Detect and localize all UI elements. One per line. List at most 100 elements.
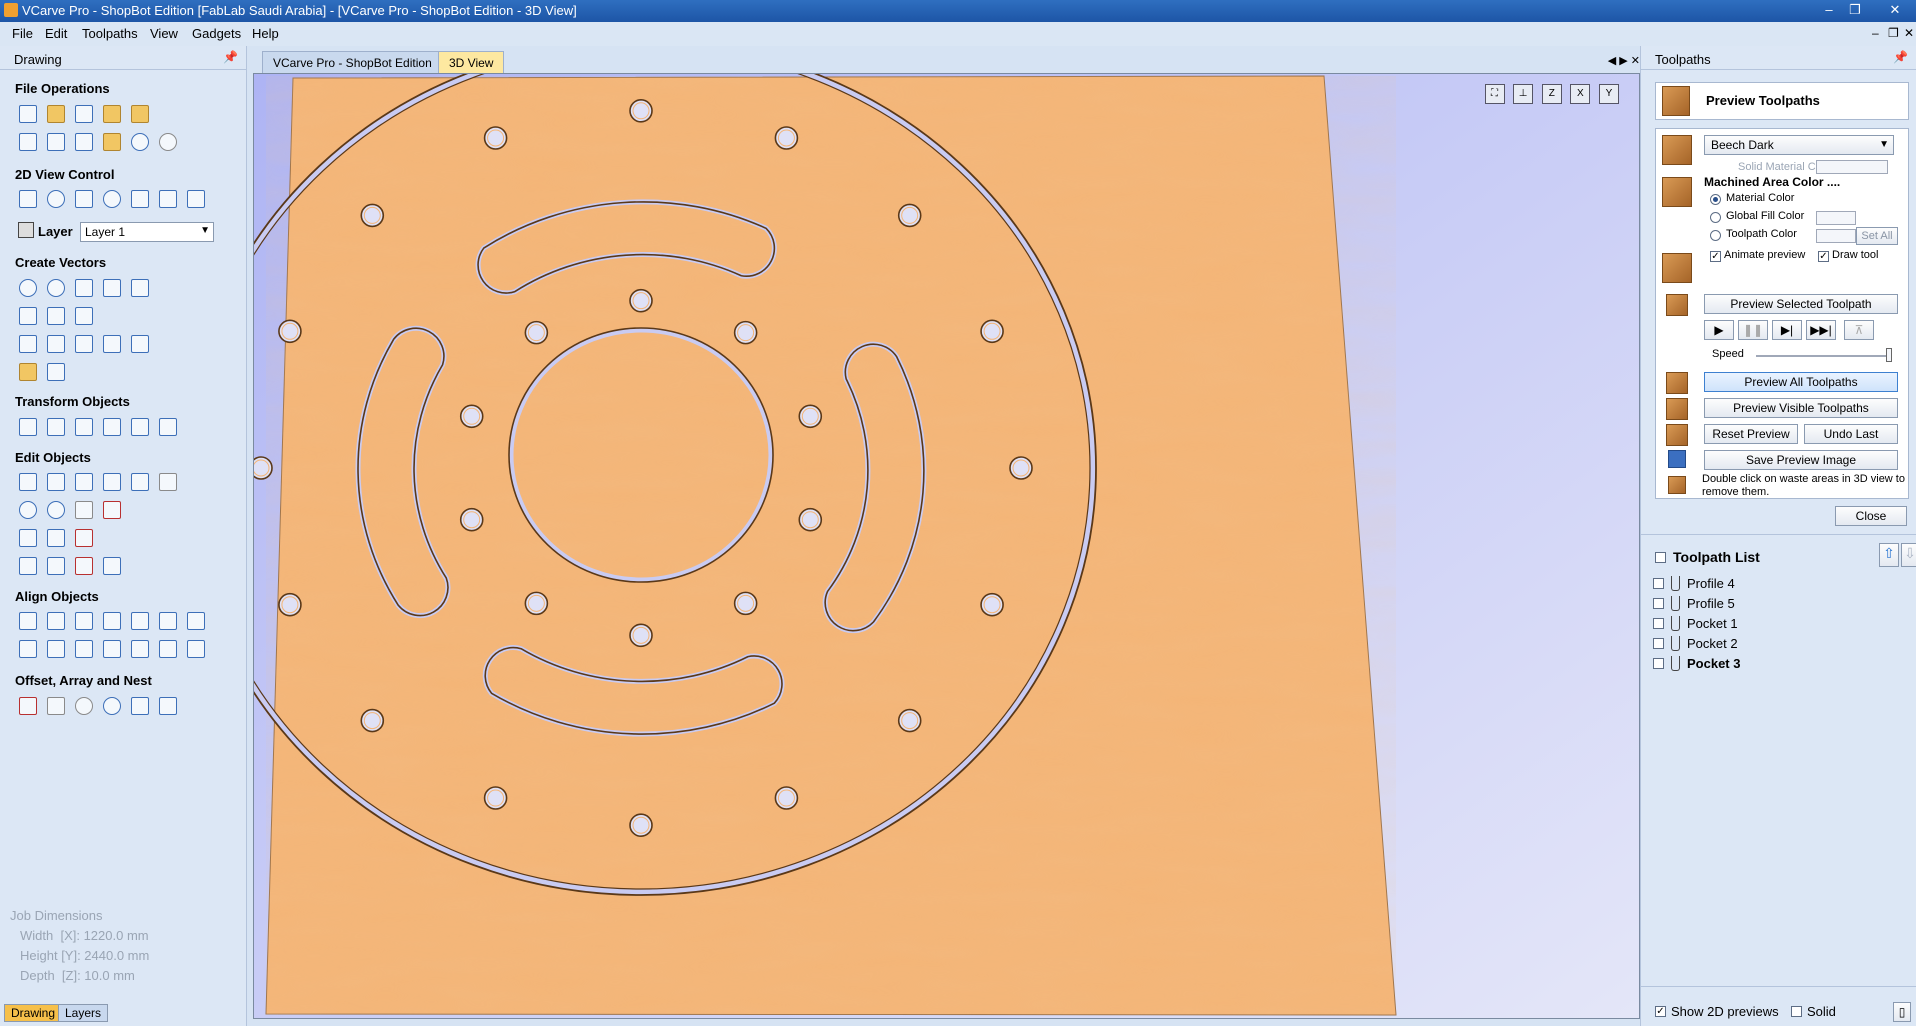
toolpath-visible-checkbox[interactable] xyxy=(1653,658,1664,669)
move-up-icon[interactable]: ⇧ xyxy=(1879,543,1899,567)
close-button[interactable]: Close xyxy=(1835,506,1907,526)
tab-3d-view[interactable]: 3D View xyxy=(438,51,505,73)
undo-last-button[interactable]: Undo Last xyxy=(1804,424,1898,444)
nest-parts-icon[interactable] xyxy=(156,694,178,716)
global-fill-color-select[interactable] xyxy=(1816,211,1856,225)
toolpath-visible-checkbox[interactable] xyxy=(1653,598,1664,609)
draw-arc-icon[interactable] xyxy=(44,304,66,326)
preview-all-button[interactable]: Preview All Toolpaths xyxy=(1704,372,1898,392)
show-2d-previews-checkbox[interactable]: ✓ xyxy=(1655,1006,1666,1017)
speed-slider-handle[interactable] xyxy=(1886,348,1892,362)
pause-icon[interactable]: ❚❚ xyxy=(1738,320,1768,340)
close-icon[interactable]: ✕ xyxy=(1884,1,1906,19)
toolpath-visible-checkbox[interactable] xyxy=(1653,638,1664,649)
view-split-horizontal-icon[interactable] xyxy=(156,187,178,209)
group-icon[interactable] xyxy=(100,470,122,492)
draw-rectangle-icon[interactable] xyxy=(72,276,94,298)
preview-visible-button[interactable]: Preview Visible Toolpaths xyxy=(1704,398,1898,418)
z-view-icon[interactable]: Z xyxy=(1541,84,1562,104)
undo-icon[interactable] xyxy=(128,130,150,152)
copy-icon[interactable] xyxy=(72,130,94,152)
block-copy-icon[interactable] xyxy=(44,694,66,716)
reset-top-icon[interactable]: ⊼ xyxy=(1844,320,1874,340)
align-center-icon[interactable] xyxy=(16,609,38,631)
align-page-center-icon[interactable] xyxy=(16,637,38,659)
menu-view[interactable]: View xyxy=(150,26,178,41)
menu-help[interactable]: Help xyxy=(252,26,279,41)
toolpath-visible-checkbox[interactable] xyxy=(1653,578,1664,589)
pin-icon[interactable]: 📌 xyxy=(223,50,238,64)
material-select[interactable]: Beech Dark ▼ xyxy=(1704,135,1894,155)
x-view-icon[interactable]: X xyxy=(1570,84,1591,104)
mdi-restore-icon[interactable]: ❐ xyxy=(1888,26,1899,40)
toolpath-options-icon[interactable]: ▯ xyxy=(1893,1002,1911,1022)
dogbone-icon[interactable] xyxy=(44,526,66,548)
ungroup-icon[interactable] xyxy=(128,470,150,492)
menu-edit[interactable]: Edit xyxy=(45,26,67,41)
paste-icon[interactable] xyxy=(100,130,122,152)
menu-toolpaths[interactable]: Toolpaths xyxy=(82,26,138,41)
draw-text-icon[interactable] xyxy=(16,332,38,354)
interactive-trim-icon[interactable] xyxy=(72,470,94,492)
tab-drawing[interactable]: Drawing xyxy=(4,1004,63,1022)
3d-view[interactable]: ⛶ ⊥ Z X Y xyxy=(253,73,1640,1019)
play-icon[interactable]: ▶ xyxy=(1704,320,1734,340)
measure-icon[interactable] xyxy=(156,470,178,492)
draw-ellipse-icon[interactable] xyxy=(44,276,66,298)
zoom-selection-icon[interactable] xyxy=(100,187,122,209)
tab-close-icon[interactable]: ✕ xyxy=(1631,55,1640,67)
text-arc-icon[interactable] xyxy=(100,332,122,354)
trace-bitmap-icon[interactable] xyxy=(16,360,38,382)
curve-fit-icon[interactable] xyxy=(72,554,94,576)
save-preview-image-button[interactable]: Save Preview Image xyxy=(1704,450,1898,470)
pan-icon[interactable] xyxy=(16,187,38,209)
iso-view-icon[interactable]: ⊥ xyxy=(1513,84,1534,104)
tab-next-icon[interactable]: ▶ xyxy=(1619,55,1627,67)
new-file-icon[interactable] xyxy=(16,102,38,124)
toolpath-visible-checkbox[interactable] xyxy=(1653,618,1664,629)
minimize-icon[interactable]: – xyxy=(1818,1,1840,19)
step-forward-icon[interactable]: ▶| xyxy=(1772,320,1802,340)
align-right-icon[interactable] xyxy=(128,609,150,631)
job-setup-icon[interactable] xyxy=(16,130,38,152)
save-file-icon[interactable] xyxy=(72,102,94,124)
import-bitmap-icon[interactable] xyxy=(128,102,150,124)
pin-icon[interactable]: 📌 xyxy=(1893,50,1908,64)
open-file-icon[interactable] xyxy=(44,102,66,124)
extend-icon[interactable] xyxy=(72,526,94,548)
rotate-icon[interactable] xyxy=(72,415,94,437)
center-icon[interactable] xyxy=(156,415,178,437)
fillet-icon[interactable] xyxy=(16,526,38,548)
align-center-y-icon[interactable] xyxy=(72,609,94,631)
copy-along-vector-icon[interactable] xyxy=(100,694,122,716)
set-size-icon[interactable] xyxy=(44,415,66,437)
intersect-icon[interactable] xyxy=(72,498,94,520)
zoom-fit-icon[interactable]: ⛶ xyxy=(1484,84,1505,104)
distribute-h-icon[interactable] xyxy=(100,637,122,659)
reset-preview-button[interactable]: Reset Preview xyxy=(1704,424,1798,444)
align-left-icon[interactable] xyxy=(100,609,122,631)
speed-slider-track[interactable] xyxy=(1756,355,1892,357)
select-icon[interactable] xyxy=(16,470,38,492)
tab-layers[interactable]: Layers xyxy=(58,1004,109,1022)
auto-layout-text-icon[interactable] xyxy=(44,332,66,354)
skip-end-icon[interactable]: ▶▶| xyxy=(1806,320,1836,340)
toolpath-list-select-all-checkbox[interactable] xyxy=(1655,552,1666,563)
text-on-curve-icon[interactable] xyxy=(72,332,94,354)
draw-polygon-icon[interactable] xyxy=(100,276,122,298)
view-toggle-icon[interactable] xyxy=(184,187,206,209)
import-vectors-icon[interactable] xyxy=(100,102,122,124)
draw-tool-checkbox[interactable]: ✓ xyxy=(1818,251,1829,262)
align-page-center-x-icon[interactable] xyxy=(44,637,66,659)
space-v-icon[interactable] xyxy=(184,637,206,659)
global-fill-color-radio[interactable] xyxy=(1710,212,1721,223)
y-view-icon[interactable]: Y xyxy=(1599,84,1619,104)
mirror-icon[interactable] xyxy=(100,415,122,437)
align-page-center-y-icon[interactable] xyxy=(72,637,94,659)
space-h-icon[interactable] xyxy=(156,637,178,659)
solid-checkbox[interactable] xyxy=(1791,1006,1802,1017)
layer-select[interactable]: Layer 1 ▼ xyxy=(80,222,214,242)
zoom-icon[interactable] xyxy=(44,187,66,209)
solid-material-color-select[interactable] xyxy=(1816,160,1888,174)
move-down-icon[interactable]: ⇩ xyxy=(1901,543,1916,567)
